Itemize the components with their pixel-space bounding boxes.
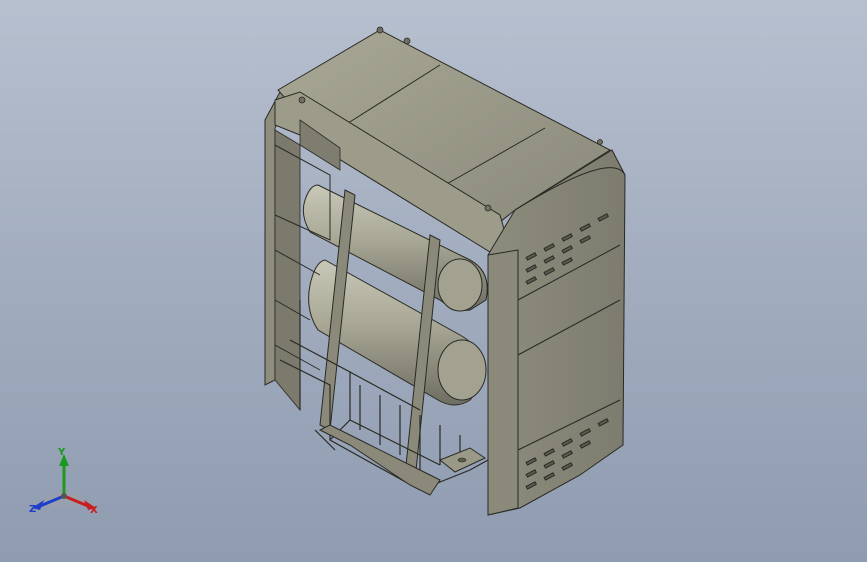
axis-y-label: Y [58, 447, 66, 458]
front-corner-post [487, 249, 519, 516]
axis-x-label: X [90, 505, 98, 516]
axis-z-label: Z [29, 504, 37, 515]
3d-viewport[interactable]: Y X Z [0, 0, 867, 562]
cabinet-model[interactable] [0, 0, 867, 562]
